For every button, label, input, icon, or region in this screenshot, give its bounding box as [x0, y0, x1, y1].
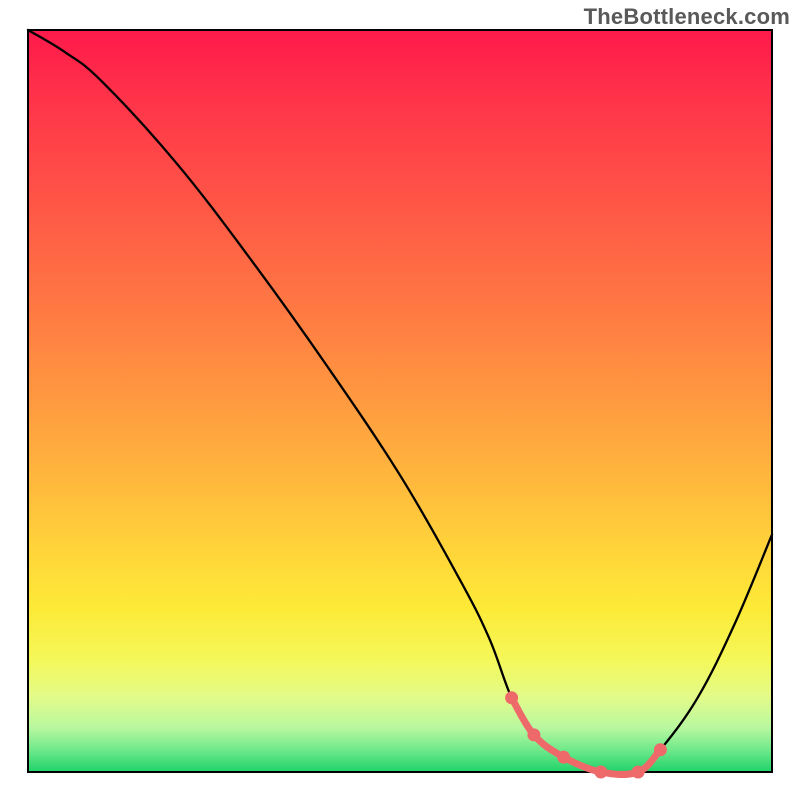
floor-dot	[505, 691, 518, 704]
chart-background	[28, 30, 772, 772]
floor-dot	[632, 766, 645, 779]
bottleneck-chart	[0, 0, 800, 800]
floor-dot	[654, 743, 667, 756]
floor-dot	[557, 751, 570, 764]
floor-dot	[594, 766, 607, 779]
floor-dot	[527, 728, 540, 741]
watermark-text: TheBottleneck.com	[584, 4, 790, 30]
